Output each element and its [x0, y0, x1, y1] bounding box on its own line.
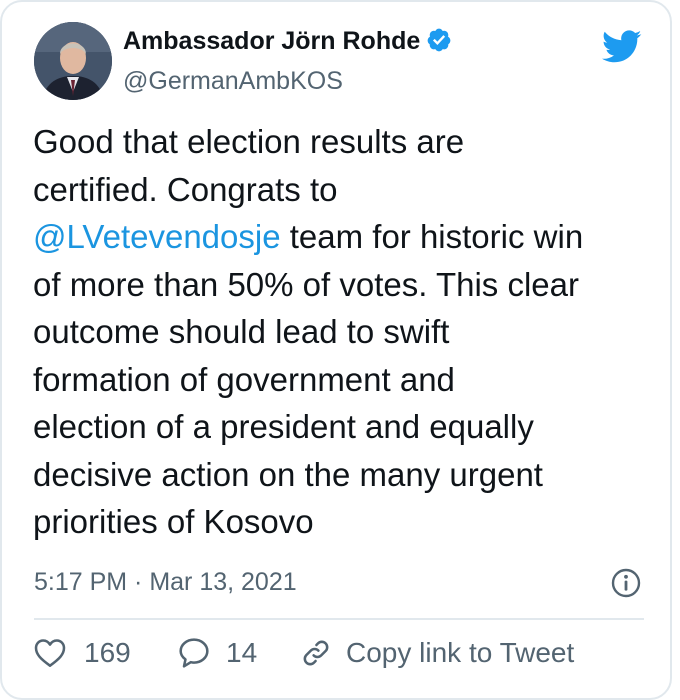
- author-handle[interactable]: @GermanAmbKOS: [123, 67, 343, 96]
- tweet-text-line: @LVetevendosje team for historic win: [33, 213, 663, 261]
- tweet-text-line: outcome should lead to swift: [33, 308, 663, 356]
- copy-link-label: Copy link to Tweet: [346, 637, 575, 668]
- tweet-text-segment: outcome should lead to swift: [33, 313, 450, 350]
- divider: [34, 618, 644, 620]
- copy-link-button[interactable]: Copy link to Tweet: [300, 635, 574, 671]
- like-button[interactable]: 169: [34, 635, 131, 671]
- info-icon[interactable]: [610, 567, 642, 599]
- author-name-text: Ambassador Jörn Rohde: [123, 27, 421, 55]
- verified-badge-icon: [427, 28, 451, 52]
- tweet-text-line: decisive action on the many urgent: [33, 451, 663, 499]
- tweet-card: Ambassador Jörn Rohde @GermanAmbKOS Good…: [0, 0, 672, 700]
- tweet-text-line: election of a president and equally: [33, 403, 663, 451]
- tweet-text-segment: team for historic win: [280, 218, 584, 255]
- mention-link[interactable]: @LVetevendosje: [33, 218, 281, 255]
- tweet-text-line: priorities of Kosovo: [33, 498, 663, 546]
- author-name[interactable]: Ambassador Jörn Rohde: [123, 27, 452, 56]
- tweet-text-line: certified. Congrats to: [33, 166, 663, 214]
- like-count: 169: [84, 637, 131, 668]
- tweet-text-segment: certified. Congrats to: [33, 170, 338, 208]
- tweet-text: Good that election results are certified.…: [33, 118, 663, 546]
- tweet-timestamp[interactable]: 5:17 PM · Mar 13, 2021: [34, 568, 297, 597]
- avatar[interactable]: [34, 22, 112, 100]
- link-icon: [303, 640, 329, 666]
- reply-bubble-icon: [179, 638, 209, 668]
- heart-icon: [34, 639, 66, 667]
- reply-count: 14: [226, 637, 258, 668]
- reply-button[interactable]: 14: [178, 635, 257, 671]
- twitter-logo-icon[interactable]: [602, 30, 642, 64]
- tweet-text-segment: of more than 50% of votes. This clear: [33, 265, 579, 303]
- tweet-text-segment: Good that election results are: [33, 123, 465, 160]
- tweet-text-segment: election of a president and equally: [33, 408, 534, 445]
- tweet-text-segment: decisive action on the many urgent: [33, 455, 543, 493]
- tweet-text-line: of more than 50% of votes. This clear: [33, 261, 663, 309]
- tweet-text-line: formation of government and: [33, 356, 663, 404]
- tweet-text-line: Good that election results are: [33, 118, 663, 166]
- avatar-photo: [34, 22, 112, 100]
- tweet-text-segment: priorities of Kosovo: [33, 503, 314, 540]
- tweet-text-segment: formation of government and: [33, 360, 455, 398]
